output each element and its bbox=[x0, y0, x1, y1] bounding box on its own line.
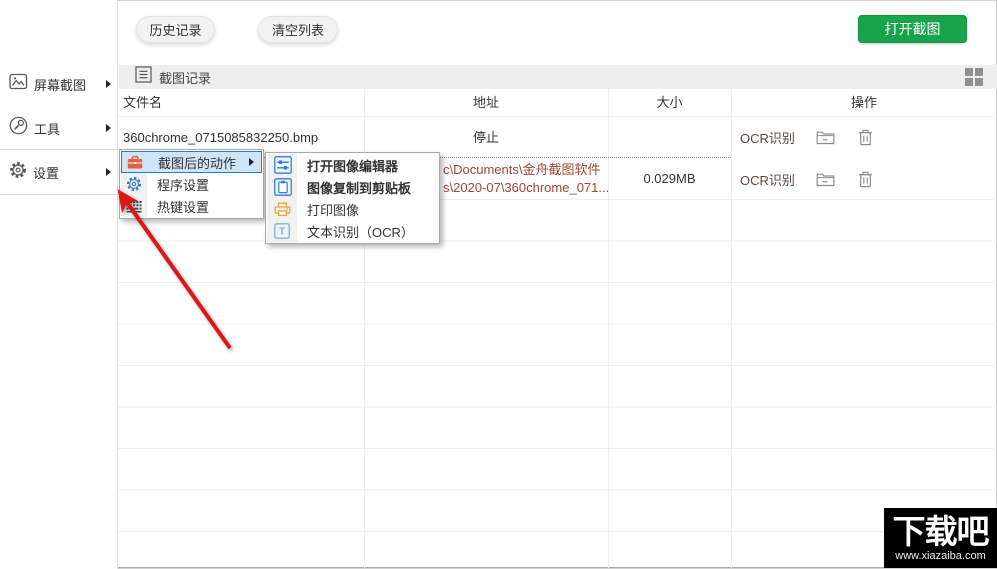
column-header-actions: 操作 bbox=[850, 95, 877, 110]
submenu-item-print-image[interactable]: 打印图像 bbox=[267, 198, 438, 220]
sidebar-item-label: 屏幕截图 bbox=[34, 77, 87, 93]
submenu-item-copy-to-clipboard[interactable]: 图像复制到剪贴板 bbox=[267, 176, 438, 198]
sidebar-item-label: 设置 bbox=[33, 165, 60, 181]
sidebar-item-tools[interactable]: 工具 bbox=[0, 113, 118, 143]
open-folder-icon[interactable] bbox=[816, 172, 835, 187]
toolbox-icon bbox=[127, 155, 143, 170]
menu-item-hotkey-settings[interactable]: 热键设置 bbox=[121, 195, 262, 217]
sidebar-separator bbox=[0, 194, 118, 195]
settings-icon bbox=[9, 161, 27, 184]
menu-item-label: 程序设置 bbox=[157, 177, 210, 193]
menu-item-label: 热键设置 bbox=[157, 199, 210, 215]
submenu-item-open-image-editor[interactable]: 打开图像编辑器 bbox=[267, 154, 438, 176]
open-screenshot-button[interactable]: 打开截图 bbox=[858, 15, 967, 43]
watermark: 下载吧 www.xiazaiba.com bbox=[884, 508, 997, 568]
tools-icon bbox=[9, 116, 28, 140]
chevron-right-icon bbox=[106, 168, 111, 176]
delete-trash-icon[interactable] bbox=[858, 129, 873, 146]
submenu-item-label: 打印图像 bbox=[307, 202, 360, 218]
sliders-icon bbox=[274, 156, 292, 174]
chevron-right-icon bbox=[249, 158, 254, 166]
column-header-address: 地址 bbox=[472, 95, 499, 110]
address-line: c\Documents\金舟截图软件 bbox=[443, 162, 601, 177]
table-empty-rows bbox=[118, 200, 997, 568]
history-button[interactable]: 历史记录 bbox=[136, 16, 215, 43]
submenu-item-label: 图像复制到剪贴板 bbox=[307, 180, 412, 196]
record-bar-title: 截图记录 bbox=[159, 70, 212, 86]
sidebar-item-label: 工具 bbox=[34, 121, 61, 137]
sidebar-item-screen-capture[interactable]: 屏幕截图 bbox=[0, 69, 118, 99]
sidebar-item-settings[interactable]: 设置 bbox=[0, 157, 118, 187]
submenu-item-label: 打开图像编辑器 bbox=[307, 158, 399, 174]
post-capture-submenu: 打开图像编辑器 图像复制到剪贴板 打印图像 T 文本识别（OCR） bbox=[265, 152, 440, 244]
menu-item-post-capture-actions[interactable]: 截图后的动作 bbox=[121, 151, 262, 173]
submenu-item-text-recognition-ocr[interactable]: T 文本识别（OCR） bbox=[267, 220, 438, 242]
submenu-item-label: 文本识别（OCR） bbox=[307, 224, 414, 240]
size-cell: 0.029MB bbox=[643, 171, 696, 186]
menu-item-program-settings[interactable]: 程序设置 bbox=[121, 173, 262, 195]
address-line: s\2020-07\360chrome_071... bbox=[443, 180, 610, 195]
ocr-action-link[interactable]: OCR识别 bbox=[740, 170, 795, 189]
svg-text:T: T bbox=[279, 227, 285, 238]
screen-capture-icon bbox=[9, 73, 28, 95]
gear-icon bbox=[126, 176, 142, 192]
settings-context-menu: 截图后的动作 程序设置 热键设置 bbox=[119, 149, 264, 219]
printer-icon bbox=[274, 202, 291, 217]
open-folder-icon[interactable] bbox=[816, 130, 835, 145]
app-window: 屏幕截图 工具 设置 历史记录 清空列表 打开截图 截图记录 文件名 地址 大小… bbox=[0, 0, 997, 569]
chevron-right-icon bbox=[106, 124, 111, 132]
chevron-right-icon bbox=[106, 80, 111, 88]
menu-item-label: 截图后的动作 bbox=[158, 155, 237, 171]
sidebar: 屏幕截图 工具 设置 bbox=[0, 0, 118, 569]
record-bar: 截图记录 bbox=[119, 65, 997, 89]
delete-trash-icon[interactable] bbox=[858, 171, 873, 188]
keyboard-icon bbox=[126, 200, 142, 213]
sidebar-separator bbox=[0, 149, 118, 150]
column-header-filename: 文件名 bbox=[123, 95, 163, 110]
watermark-logo: 下载吧 bbox=[892, 512, 990, 550]
clipboard-icon bbox=[274, 178, 292, 196]
clear-list-button[interactable]: 清空列表 bbox=[258, 16, 338, 43]
ocr-text-icon: T bbox=[274, 223, 290, 239]
address-cell: c\Documents\金舟截图软件 s\2020-07\360chrome_0… bbox=[443, 161, 609, 197]
list-icon bbox=[135, 66, 152, 88]
watermark-url: www.xiazaiba.com bbox=[895, 549, 986, 562]
ocr-action-link[interactable]: OCR识别 bbox=[740, 128, 795, 147]
column-header-size: 大小 bbox=[656, 95, 683, 110]
